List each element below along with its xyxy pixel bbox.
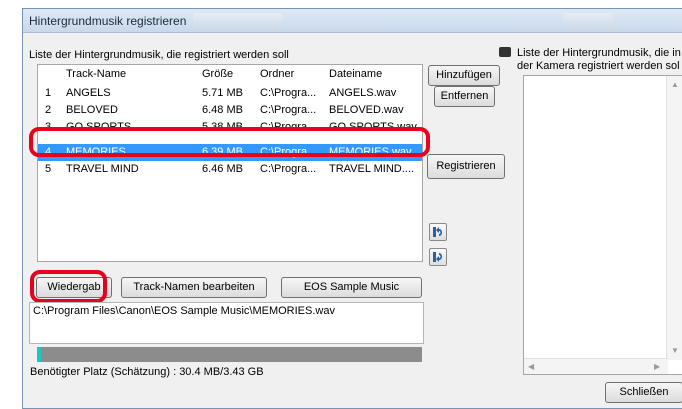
track-filename: MEMORIES.wav <box>329 146 412 158</box>
remove-button[interactable]: Entfernen <box>434 86 495 107</box>
track-row[interactable]: 5 TRAVEL MIND 6.46 MB C:\Progra... TRAVE… <box>38 161 422 178</box>
track-size: 5.38 MB <box>202 121 243 128</box>
scroll-right-icon[interactable]: ▶ <box>654 362 660 371</box>
track-folder: C:\Progra... <box>260 146 317 158</box>
play-button[interactable]: Wiedergab <box>36 277 112 298</box>
scroll-left-icon[interactable]: ◀ <box>528 362 534 371</box>
add-button[interactable]: Hinzufügen <box>428 65 500 86</box>
left-list-heading: Liste der Hintergrundmusik, die registri… <box>29 49 289 61</box>
track-number: 5 <box>45 163 52 175</box>
track-folder: C:\Progra... <box>260 121 317 128</box>
track-row-selected[interactable]: 4 MEMORIES 6.39 MB C:\Progra... MEMORIES… <box>38 144 422 161</box>
capacity-progress-bar <box>37 347 422 362</box>
track-name: GO SPORTS <box>66 121 132 128</box>
column-header-track-name[interactable]: Track-Name <box>66 65 126 84</box>
track-row[interactable]: 2 BELOVED 6.48 MB C:\Progra... BELOVED.w… <box>38 102 422 119</box>
scroll-down-icon[interactable]: ▼ <box>671 346 679 355</box>
track-name: ANGELS <box>66 87 111 99</box>
column-header-filename[interactable]: Dateiname <box>329 65 382 84</box>
file-path-box: C:\Program Files\Canon\EOS Sample Music\… <box>29 302 424 344</box>
track-number: 2 <box>45 104 52 116</box>
track-size: 6.46 MB <box>202 163 243 175</box>
track-filename: ANGELS.wav <box>329 87 397 99</box>
scroll-up-icon[interactable]: ▲ <box>671 80 679 89</box>
capacity-progress-fill <box>37 347 42 362</box>
track-name: TRAVEL MIND <box>66 163 139 175</box>
blurred-title-area <box>193 13 283 28</box>
close-button[interactable]: Schließen <box>605 382 682 403</box>
track-row[interactable]: 3 GO SPORTS 5.38 MB C:\Progra... GO SPOR… <box>38 119 422 128</box>
move-up-icon[interactable] <box>429 223 447 241</box>
camera-registered-list[interactable]: ▲ ▼ ◀ ▶ <box>523 75 682 375</box>
track-number: 1 <box>45 87 52 99</box>
dialog-window: Hintergrundmusik registrieren Liste der … <box>22 8 682 409</box>
track-filename: BELOVED.wav <box>329 104 404 116</box>
edit-track-names-button[interactable]: Track-Namen bearbeiten <box>121 277 267 298</box>
track-filename: TRAVEL MIND.... <box>329 163 414 175</box>
right-list-heading-line2: der Kamera registriert werden sol <box>517 60 680 72</box>
track-filename: GO SPORTS.wav <box>329 121 417 128</box>
move-down-icon[interactable] <box>429 248 447 266</box>
right-list-heading-line1: Liste der Hintergrundmusik, die in <box>517 47 681 59</box>
track-size: 5.71 MB <box>202 87 243 99</box>
track-folder: C:\Progra... <box>260 87 317 99</box>
track-row[interactable]: 1 ANGELS 5.71 MB C:\Progra... ANGELS.wav <box>38 85 422 102</box>
track-list[interactable]: Track-Name Größe Ordner Dateiname 1 ANGE… <box>37 64 423 262</box>
track-folder: C:\Progra... <box>260 163 317 175</box>
horizontal-scrollbar[interactable]: ◀ ▶ <box>524 358 668 374</box>
blurred-title-area <box>563 13 613 28</box>
track-name: BELOVED <box>66 104 118 116</box>
column-header-size[interactable]: Größe <box>202 65 233 84</box>
track-folder: C:\Progra... <box>260 104 317 116</box>
file-path-text: C:\Program Files\Canon\EOS Sample Music\… <box>33 305 335 317</box>
track-size: 6.48 MB <box>202 104 243 116</box>
window-title: Hintergrundmusik registrieren <box>29 14 187 28</box>
column-header-folder[interactable]: Ordner <box>260 65 294 84</box>
track-number: 4 <box>45 146 52 158</box>
camera-icon <box>499 47 511 57</box>
required-space-text: Benötigter Platz (Schätzung) : 30.4 MB/3… <box>30 366 264 378</box>
track-name: MEMORIES <box>66 146 126 158</box>
title-bar: Hintergrundmusik registrieren <box>23 9 682 33</box>
track-size: 6.39 MB <box>202 146 243 158</box>
track-number: 3 <box>45 121 52 128</box>
eos-sample-music-button[interactable]: EOS Sample Music <box>281 277 422 298</box>
register-button[interactable]: Registrieren <box>427 154 505 179</box>
vertical-scrollbar[interactable]: ▲ ▼ <box>666 76 682 360</box>
